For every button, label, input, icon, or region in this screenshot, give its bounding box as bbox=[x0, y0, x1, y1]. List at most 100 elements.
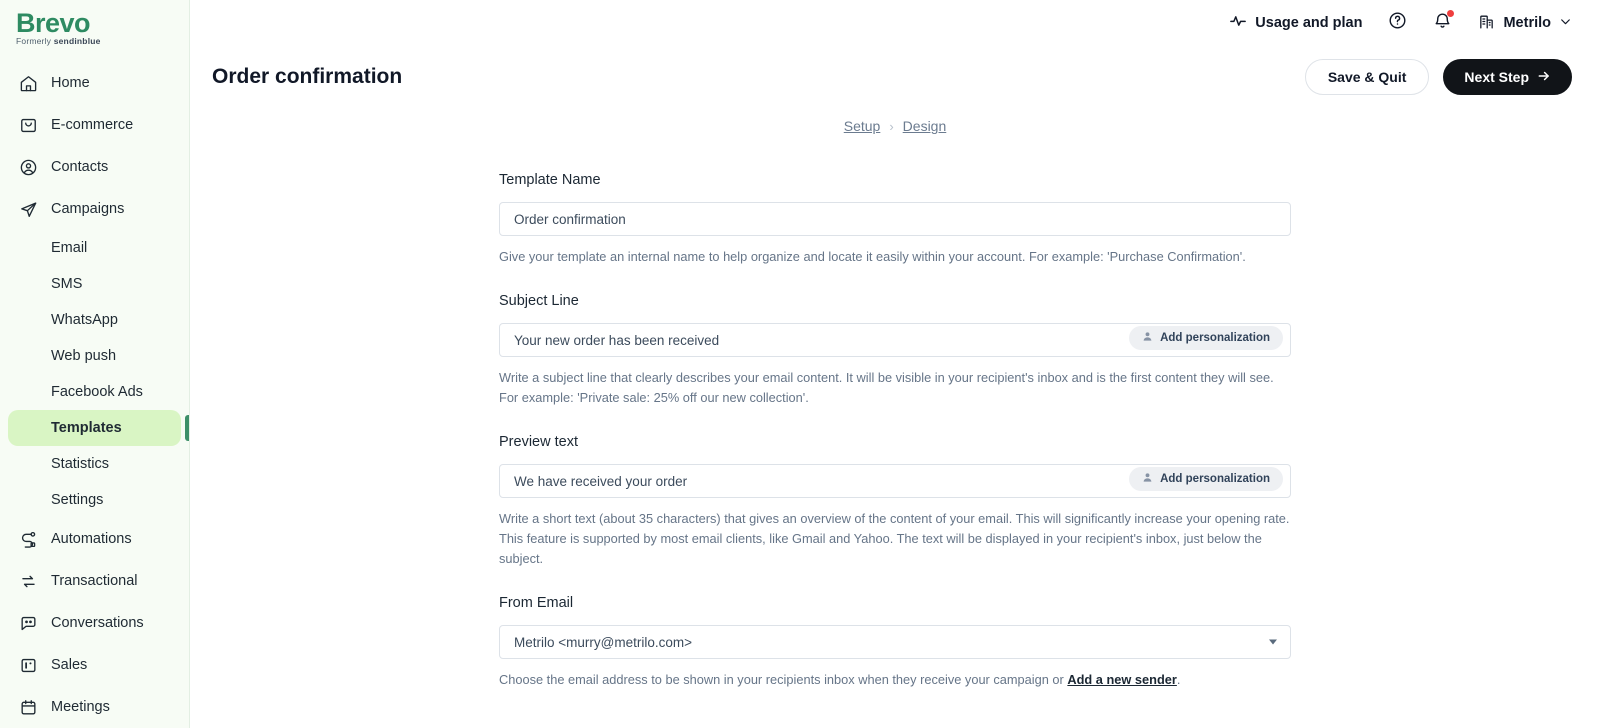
from-email-select[interactable]: Metrilo <murry@metrilo.com> bbox=[499, 625, 1291, 659]
user-circle-icon bbox=[18, 157, 38, 177]
sidebar-item-sales[interactable]: Sales bbox=[8, 644, 181, 686]
preview-text-label: Preview text bbox=[499, 434, 578, 450]
account-menu[interactable]: Metrilo bbox=[1478, 13, 1572, 34]
from-email-hint-suffix: . bbox=[1176, 672, 1181, 687]
sidebar-item-label: Automations bbox=[51, 531, 132, 547]
sidebar-item-label: Statistics bbox=[51, 456, 110, 472]
bag-icon bbox=[18, 115, 38, 135]
help-circle-icon bbox=[1388, 11, 1407, 35]
sidebar-item-label: Transactional bbox=[51, 573, 138, 589]
add-personalization-label: Add personalization bbox=[1160, 473, 1270, 485]
sidebar-item-email[interactable]: Email bbox=[8, 230, 181, 266]
usage-and-plan-label: Usage and plan bbox=[1255, 15, 1363, 31]
tagline-prefix: Formerly bbox=[16, 36, 52, 46]
brevo-logo-tagline: Formerly sendinblue bbox=[16, 36, 189, 46]
tagline-name: sendinblue bbox=[53, 36, 101, 46]
setup-form: Template Name Give your template an inte… bbox=[499, 172, 1291, 690]
next-step-button[interactable]: Next Step bbox=[1443, 59, 1572, 95]
sidebar-item-label: Web push bbox=[51, 348, 117, 364]
brevo-logo[interactable]: Brevo Formerly sendinblue bbox=[0, 0, 189, 58]
preview-text-hint: Write a short text (about 35 characters)… bbox=[499, 511, 1290, 566]
add-new-sender-link[interactable]: Add a new sender bbox=[1067, 672, 1177, 687]
notifications-button[interactable] bbox=[1433, 10, 1455, 35]
template-name-input-wrap bbox=[499, 202, 1291, 236]
save-and-quit-button[interactable]: Save & Quit bbox=[1304, 59, 1430, 95]
field-preview-text: Preview text Add personalization Write a… bbox=[499, 434, 1291, 569]
pulse-icon bbox=[1229, 12, 1247, 34]
sidebar-item-label: Campaigns bbox=[51, 201, 125, 217]
calendar-icon bbox=[18, 697, 38, 717]
breadcrumb-separator: › bbox=[889, 118, 894, 134]
breadcrumb-item-setup[interactable]: Setup bbox=[844, 118, 881, 134]
sales-icon bbox=[18, 655, 38, 675]
sidebar-item-contacts[interactable]: Contacts bbox=[8, 146, 181, 188]
template-name-hint: Give your template an internal name to h… bbox=[499, 249, 1246, 264]
from-email-select-wrap: Metrilo <murry@metrilo.com> bbox=[499, 625, 1291, 659]
sidebar-item-label: Meetings bbox=[51, 699, 110, 715]
breadcrumb-item-design[interactable]: Design bbox=[903, 118, 947, 134]
template-name-label: Template Name bbox=[499, 172, 601, 188]
field-from-email: From Email Metrilo <murry@metrilo.com> C… bbox=[499, 595, 1291, 690]
template-name-input[interactable] bbox=[499, 202, 1291, 236]
home-icon bbox=[18, 73, 38, 93]
sidebar-item-label: WhatsApp bbox=[51, 312, 118, 328]
sidebar-item-label: Settings bbox=[51, 492, 104, 508]
sidebar-item-label: Sales bbox=[51, 657, 88, 673]
brevo-logo-text: Brevo bbox=[16, 8, 91, 38]
sidebar-item-label: Facebook Ads bbox=[51, 384, 143, 400]
sidebar-item-facebook-ads[interactable]: Facebook Ads bbox=[8, 374, 181, 410]
subject-add-personalization-button[interactable]: Add personalization bbox=[1129, 326, 1283, 350]
header-actions: Save & Quit Next Step bbox=[1304, 59, 1572, 95]
sidebar-item-transactional[interactable]: Transactional bbox=[8, 560, 181, 602]
page-title: Order confirmation bbox=[212, 65, 403, 88]
person-icon bbox=[1142, 472, 1153, 486]
chat-icon bbox=[18, 613, 38, 633]
account-name: Metrilo bbox=[1503, 15, 1551, 31]
sidebar-item-conversations[interactable]: Conversations bbox=[8, 602, 181, 644]
field-template-name: Template Name Give your template an inte… bbox=[499, 172, 1291, 267]
subject-line-input-wrap: Add personalization bbox=[499, 323, 1291, 357]
person-icon bbox=[1142, 331, 1153, 345]
main-content: Usage and plan Metrilo Order confirmatio… bbox=[190, 0, 1600, 728]
preview-text-input-wrap: Add personalization bbox=[499, 464, 1291, 498]
field-subject-line: Subject Line Add personalization Write a… bbox=[499, 293, 1291, 408]
sidebar-item-templates[interactable]: Templates bbox=[8, 410, 189, 446]
sidebar-item-web-push[interactable]: Web push bbox=[8, 338, 181, 374]
sidebar-item-label: Contacts bbox=[51, 159, 109, 175]
notification-badge-dot bbox=[1447, 10, 1455, 17]
from-email-hint-text: Choose the email address to be shown in … bbox=[499, 672, 1068, 687]
sidebar-item-label: Templates bbox=[51, 420, 122, 436]
subject-line-hint: Write a subject line that clearly descri… bbox=[499, 370, 1274, 405]
sidebar-item-ecommerce[interactable]: E-commerce bbox=[8, 104, 181, 146]
help-button[interactable] bbox=[1388, 11, 1407, 35]
sidebar-item-automations[interactable]: Automations bbox=[8, 518, 181, 560]
add-personalization-label: Add personalization bbox=[1160, 332, 1270, 344]
sidebar: Brevo Formerly sendinblue Home E-commerc… bbox=[0, 0, 190, 728]
active-indicator bbox=[185, 415, 189, 441]
sidebar-item-label: E-commerce bbox=[51, 117, 134, 133]
sidebar-item-label: Email bbox=[51, 240, 88, 256]
next-step-label: Next Step bbox=[1464, 69, 1529, 85]
chevron-down-icon bbox=[1559, 15, 1572, 32]
page-header: Order confirmation Save & Quit Next Step bbox=[190, 46, 1600, 98]
building-icon bbox=[1478, 13, 1495, 34]
sidebar-item-label: SMS bbox=[51, 276, 83, 292]
sidebar-nav: Home E-commerce Contacts Campaigns Email… bbox=[0, 58, 189, 728]
sidebar-item-whatsapp[interactable]: WhatsApp bbox=[8, 302, 181, 338]
arrow-right-icon bbox=[1537, 69, 1551, 86]
subject-line-label: Subject Line bbox=[499, 293, 579, 309]
from-email-hint: Choose the email address to be shown in … bbox=[499, 670, 1291, 690]
sidebar-item-campaigns[interactable]: Campaigns bbox=[8, 188, 181, 230]
app-root: Brevo Formerly sendinblue Home E-commerc… bbox=[0, 0, 1600, 728]
paper-plane-icon bbox=[18, 199, 38, 219]
sidebar-item-label: Conversations bbox=[51, 615, 144, 631]
exchange-icon bbox=[18, 571, 38, 591]
sidebar-item-sms[interactable]: SMS bbox=[8, 266, 181, 302]
preview-add-personalization-button[interactable]: Add personalization bbox=[1129, 467, 1283, 491]
sidebar-item-meetings[interactable]: Meetings bbox=[8, 686, 181, 728]
sidebar-item-home[interactable]: Home bbox=[8, 62, 181, 104]
usage-and-plan-link[interactable]: Usage and plan bbox=[1229, 12, 1362, 34]
breadcrumb: Setup › Design bbox=[190, 118, 1600, 134]
sidebar-item-settings[interactable]: Settings bbox=[8, 482, 181, 518]
sidebar-item-statistics[interactable]: Statistics bbox=[8, 446, 181, 482]
